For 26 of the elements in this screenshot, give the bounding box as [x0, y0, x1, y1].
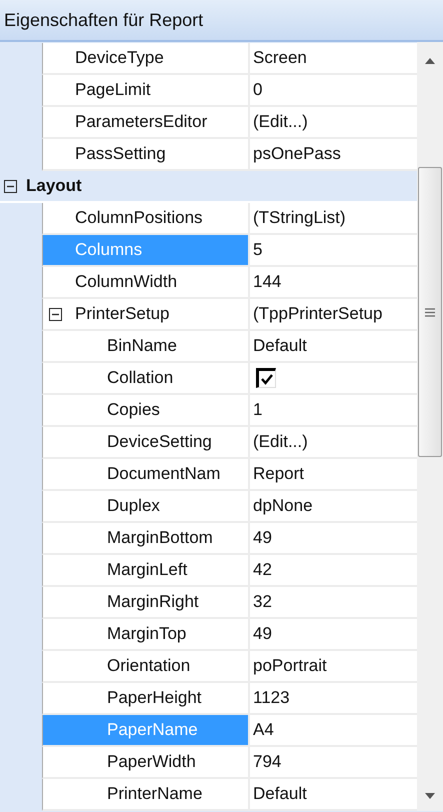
category-label: Layout: [26, 176, 82, 196]
property-value[interactable]: 794: [253, 752, 282, 772]
scrollbar[interactable]: [417, 42, 443, 811]
property-value[interactable]: 32: [253, 592, 272, 612]
property-value[interactable]: 49: [253, 624, 272, 644]
checkbox[interactable]: [256, 368, 276, 388]
property-value[interactable]: 42: [253, 560, 272, 580]
property-name[interactable]: Copies: [107, 400, 160, 420]
collapse-icon[interactable]: [49, 308, 62, 320]
property-name[interactable]: Collation: [107, 368, 174, 388]
property-name[interactable]: Duplex: [107, 496, 160, 516]
property-value[interactable]: 0: [253, 80, 262, 100]
grip-icon: [425, 308, 435, 316]
property-value[interactable]: 49: [253, 528, 272, 548]
property-value[interactable]: A4: [253, 720, 274, 740]
property-value[interactable]: Report: [253, 464, 304, 484]
scroll-thumb[interactable]: [418, 167, 442, 457]
property-value[interactable]: 1: [253, 400, 262, 420]
property-value[interactable]: 144: [253, 272, 282, 292]
panel-title: Eigenschaften für Report: [0, 0, 443, 42]
property-value[interactable]: 1123: [253, 688, 290, 708]
scroll-up-icon[interactable]: [425, 58, 435, 64]
collapse-icon[interactable]: [4, 180, 17, 192]
scroll-down-icon[interactable]: [425, 793, 435, 799]
checkmark-icon: [260, 373, 274, 385]
property-value[interactable]: 5: [253, 240, 262, 260]
